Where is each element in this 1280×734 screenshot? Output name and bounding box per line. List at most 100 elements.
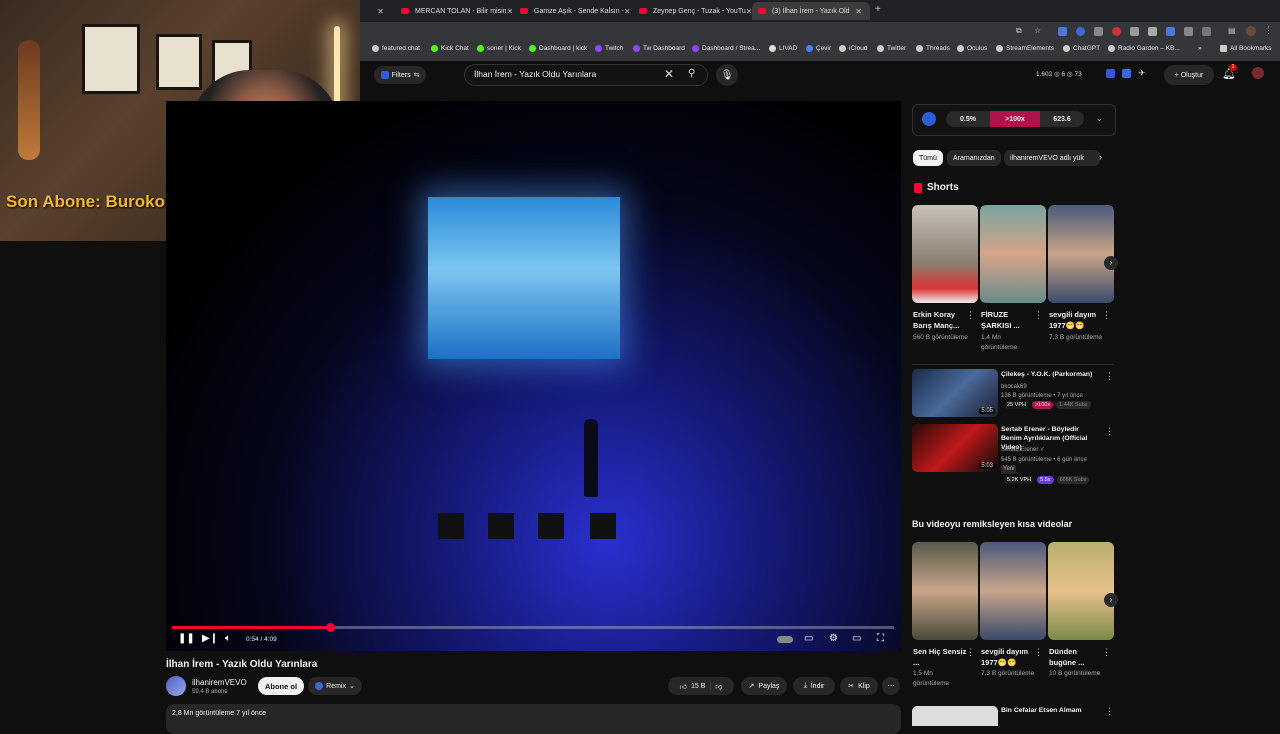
short-title[interactable]: sevgili dayım 1977😁😁	[981, 646, 1037, 668]
chevron-right-icon[interactable]: ›	[1104, 256, 1118, 270]
more-actions-icon[interactable]: ⋯	[882, 677, 900, 695]
short-title[interactable]: Sen Hiç Sensiz ...	[913, 646, 969, 668]
short-thumbnail[interactable]	[980, 205, 1046, 303]
menu-icon[interactable]: ⋮	[1264, 25, 1273, 36]
more-options-icon[interactable]: ⋮	[1105, 706, 1114, 717]
chip-channel[interactable]: ilhaniremVEVO adlı yük	[1004, 150, 1100, 166]
channel-avatar[interactable]	[166, 676, 186, 696]
extension-icon[interactable]	[1122, 69, 1131, 78]
like-icon[interactable]: 👍︎	[680, 682, 687, 691]
browser-tab-active[interactable]: (3) İlhan İrem - Yazık Old ✕	[752, 2, 870, 20]
bookmark-item[interactable]: Çevir	[806, 45, 831, 52]
close-icon[interactable]: ✕	[855, 7, 862, 16]
video-thumbnail[interactable]: 5:05	[912, 369, 998, 417]
remix-button[interactable]: Remix ⌄	[308, 677, 362, 695]
bookmark-item[interactable]: ChatGPT	[1063, 45, 1100, 52]
chevron-down-icon[interactable]: ⌄	[1096, 114, 1103, 123]
channel-name[interactable]: ilhaniremVEVO	[192, 678, 247, 687]
dislike-icon[interactable]: 👎︎	[715, 682, 722, 691]
short-thumbnail[interactable]	[1048, 205, 1114, 303]
browser-tab[interactable]: Gamze Aşık - Sende Kalsın - ✕	[514, 2, 632, 20]
extension-icon[interactable]	[1058, 27, 1067, 36]
video-title[interactable]: Çilekeş - Y.O.K. (Parkorman)	[1001, 370, 1101, 379]
close-icon[interactable]: ✕	[377, 7, 384, 16]
bookmark-item[interactable]: Dashboard | kick	[529, 45, 587, 52]
short-title[interactable]: Dünden bugüne ...	[1049, 646, 1105, 668]
bookmark-item[interactable]: Dashboard / Strea...	[692, 45, 760, 52]
close-icon[interactable]: ✕	[507, 7, 513, 16]
search-icon[interactable]: ⚲	[688, 68, 695, 79]
extension-icon[interactable]	[1148, 27, 1157, 36]
more-options-icon[interactable]: ⋮	[1034, 647, 1043, 658]
short-thumbnail[interactable]	[980, 542, 1046, 640]
volume-icon[interactable]: 🔈︎	[225, 633, 231, 644]
microphone-icon[interactable]: 🎙	[716, 64, 738, 86]
short-thumbnail[interactable]	[912, 205, 978, 303]
short-title[interactable]: sevgili dayım 1977😁😁	[1049, 309, 1105, 331]
bookmark-item[interactable]: Twitch	[595, 45, 623, 52]
share-button[interactable]: ↗ Paylaş	[741, 677, 787, 695]
more-options-icon[interactable]: ⋮	[966, 647, 975, 658]
profile-avatar[interactable]	[1246, 26, 1256, 36]
description-box[interactable]	[166, 704, 901, 734]
bookmark-item[interactable]: Radio Garden – KB...	[1108, 45, 1180, 52]
like-count[interactable]: 15 B	[691, 683, 705, 690]
short-title[interactable]: FİRUZE ŞARKISI ...	[981, 309, 1037, 331]
video-thumbnail[interactable]: 5:03	[912, 424, 998, 472]
more-options-icon[interactable]: ⋮	[1102, 310, 1111, 321]
channel-name[interactable]: bkocak69	[1001, 383, 1027, 392]
cast-icon[interactable]: ⧉	[1016, 26, 1022, 36]
chevron-right-icon[interactable]: ›	[1104, 593, 1118, 607]
close-icon[interactable]: ✕	[624, 7, 631, 16]
extension-icon[interactable]	[1130, 27, 1139, 36]
autoplay-toggle[interactable]	[777, 636, 793, 643]
bookmark-item[interactable]: Twitter	[877, 45, 906, 52]
pause-icon[interactable]: ❚❚	[178, 633, 195, 644]
star-icon[interactable]: ☆	[1034, 26, 1041, 35]
short-thumbnail[interactable]	[1048, 542, 1114, 640]
bookmark-item[interactable]: Oculus	[957, 45, 987, 52]
extension-icon[interactable]	[1202, 27, 1211, 36]
more-options-icon[interactable]: ⋮	[1105, 371, 1114, 382]
extension-icon[interactable]	[1184, 27, 1193, 36]
bookmark-item[interactable]: StreamElements	[996, 45, 1054, 52]
account-avatar[interactable]	[1252, 67, 1264, 79]
create-button[interactable]: + Oluştur	[1164, 65, 1214, 85]
bookmark-item[interactable]: Kick Chat	[431, 45, 469, 52]
chevron-right-icon[interactable]: »	[1198, 45, 1202, 52]
short-thumbnail[interactable]	[912, 542, 978, 640]
bookmark-item[interactable]: Tw Dashboard	[633, 45, 685, 52]
extension-icon[interactable]	[1094, 27, 1103, 36]
download-button[interactable]: ⤓ İndir	[793, 677, 835, 695]
video-thumbnail[interactable]	[912, 706, 998, 726]
extension-icon[interactable]	[1076, 27, 1085, 36]
browser-tab[interactable]: MERCAN TOLAN - Bilir misin ✕	[395, 2, 513, 20]
extension-icon[interactable]	[1106, 69, 1115, 78]
more-options-icon[interactable]: ⋮	[1102, 647, 1111, 658]
bookmark-item[interactable]: soner | Kick	[477, 45, 521, 52]
close-icon[interactable]: ✕	[746, 7, 751, 16]
video-player[interactable]	[166, 101, 901, 651]
settings-icon[interactable]: ⚙	[829, 633, 838, 644]
subtitles-icon[interactable]: ▭	[804, 633, 813, 644]
theater-mode-icon[interactable]: ▭	[852, 633, 861, 644]
next-icon[interactable]: ▶❙	[202, 633, 218, 644]
subscribe-button[interactable]: Abone ol	[258, 677, 304, 695]
bookmark-item[interactable]: LIVAD	[769, 45, 797, 52]
clip-button[interactable]: ✂ Klip	[840, 677, 878, 695]
side-panel-icon[interactable]: ▤	[1228, 26, 1236, 35]
browser-tab[interactable]: Zeynep Genç - Tuzak - YouTu ✕	[633, 2, 751, 20]
video-title[interactable]: Bin Cefalar Etsen Almam	[1001, 707, 1082, 714]
more-options-icon[interactable]: ⋮	[1034, 310, 1043, 321]
browser-tab[interactable]: ✕	[360, 2, 392, 20]
bookmark-item[interactable]: Threads	[916, 45, 950, 52]
chip-all[interactable]: Tümü	[913, 150, 943, 166]
new-tab-icon[interactable]: +	[875, 4, 881, 15]
bookmark-item[interactable]: All Bookmarks	[1220, 45, 1272, 52]
chip-from-search[interactable]: Aramanızdan	[947, 150, 1001, 166]
bookmark-item[interactable]: featured.chat	[372, 45, 420, 52]
fullscreen-icon[interactable]: ⛶	[877, 633, 884, 644]
short-title[interactable]: Erkin Koray Barış Manç...	[913, 309, 969, 331]
extension-icon[interactable]	[1166, 27, 1175, 36]
bookmark-item[interactable]: iCloud	[839, 45, 867, 52]
